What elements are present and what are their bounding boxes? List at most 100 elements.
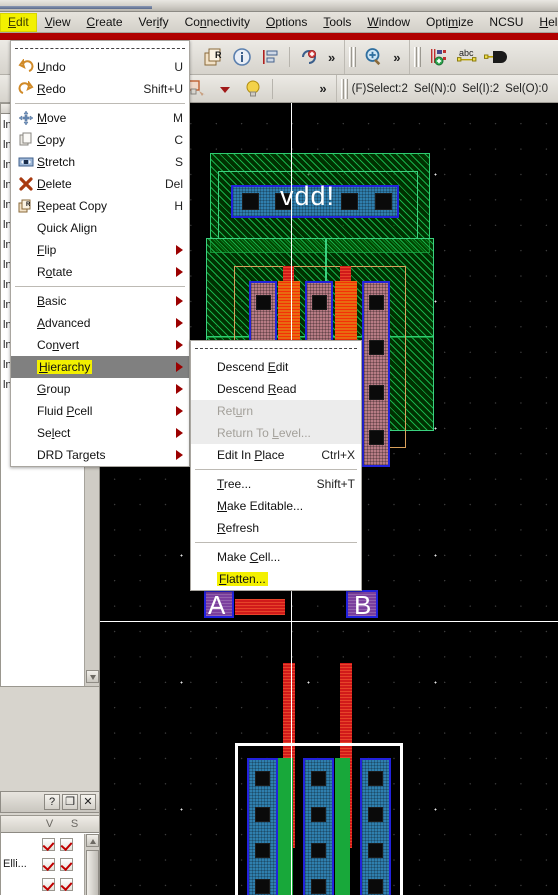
submenu-item-tree[interactable]: Tree... Shift+T	[191, 473, 361, 495]
lsw-row[interactable]	[1, 874, 85, 894]
svg-text:R: R	[26, 202, 31, 208]
menu-item-rotate[interactable]: Rotate	[11, 261, 189, 283]
submenu-arrow-icon	[176, 384, 183, 394]
submenu-item-flatten-label: Flatten...	[217, 572, 268, 586]
menubar-item-help[interactable]: Help	[531, 13, 558, 32]
menu-item-hierarchy[interactable]: Hierarchy	[11, 356, 189, 378]
menu-item-repeat-copy[interactable]: R Repeat Copy H	[11, 195, 189, 217]
pin-icon[interactable]	[482, 44, 508, 70]
abc-label-icon[interactable]: abc	[454, 44, 480, 70]
menu-item-redo[interactable]: Redo Shift+U	[11, 78, 189, 100]
menu-item-fluid-pcell-label: Fluid Pcell	[37, 404, 93, 418]
stretch-icon	[15, 153, 37, 171]
close-button[interactable]: ✕	[80, 794, 96, 810]
menu-item-convert[interactable]: Convert	[11, 334, 189, 356]
repeat-copy-icon[interactable]: R	[201, 44, 227, 70]
restore-button[interactable]: ❐	[62, 794, 78, 810]
zoom-in-icon[interactable]	[361, 44, 387, 70]
help-button[interactable]: ?	[44, 794, 60, 810]
submenu-item-tree-label: Tree...	[217, 477, 252, 491]
lsw-visible-checkbox[interactable]	[42, 857, 55, 871]
menu-item-fluid-pcell[interactable]: Fluid Pcell	[11, 400, 189, 422]
lsw-visible-checkbox[interactable]	[42, 837, 55, 851]
scroll-down-arrow-icon[interactable]	[86, 670, 99, 683]
info-icon[interactable]	[229, 44, 255, 70]
menu-item-quick-align[interactable]: Quick Align	[11, 217, 189, 239]
align-icon[interactable]	[257, 44, 283, 70]
toolbar-overflow-3[interactable]: »	[314, 81, 331, 96]
submenu-arrow-icon	[176, 450, 183, 460]
menu-item-move[interactable]: Move M	[11, 107, 189, 129]
menubar-item-create[interactable]: Create	[79, 13, 131, 32]
menu-item-select[interactable]: Select	[11, 422, 189, 444]
column-header-v[interactable]: V	[37, 818, 62, 830]
menubar-item-optimize[interactable]: Optimize	[418, 13, 481, 32]
menu-item-drd-targets[interactable]: DRD Targets	[11, 444, 189, 466]
submenu-item-descend-edit[interactable]: Descend Edit	[191, 356, 361, 378]
status-grip[interactable]	[340, 78, 348, 99]
undo-rotate-icon[interactable]	[296, 44, 322, 70]
menubar-item-ncsu[interactable]: NCSU	[481, 13, 531, 32]
menu-item-quick-align-label: Quick Align	[37, 221, 98, 235]
lsw-row[interactable]: Elli...	[1, 854, 85, 874]
contact	[311, 771, 326, 786]
repeat-copy-icon: R	[15, 197, 37, 215]
menu-item-copy[interactable]: Copy C	[11, 129, 189, 151]
edit-dropdown-menu[interactable]: Undo U Redo Shift+U Move M Copy C Stretc…	[10, 40, 190, 467]
route-a-to-gate	[235, 599, 285, 615]
menu-item-stretch[interactable]: Stretch S	[11, 151, 189, 173]
menubar-item-tools[interactable]: Tools	[315, 13, 359, 32]
submenu-item-flatten[interactable]: Flatten...	[191, 568, 361, 590]
lsw-selectable-checkbox[interactable]	[60, 857, 73, 871]
submenu-item-return-to-level-label: Return To Level...	[217, 426, 311, 440]
contact	[311, 843, 326, 858]
blank-icon	[15, 336, 37, 354]
toolbar-grip[interactable]	[349, 47, 357, 67]
lsw-selectable-checkbox[interactable]	[60, 837, 73, 851]
scroll-up-arrow-icon[interactable]	[86, 834, 99, 847]
lsw-lower-list: Elli...gngleh...	[1, 834, 85, 895]
lsw-panel-buttons: ? ❐ ✕	[0, 791, 99, 813]
contact	[368, 843, 383, 858]
menu-item-delete[interactable]: Delete Del	[11, 173, 189, 195]
lsw-lower-scrollbar[interactable]	[84, 834, 99, 895]
blank-icon	[15, 402, 37, 420]
hierarchy-submenu[interactable]: Descend Edit Descend Read Return Return …	[190, 340, 362, 591]
menu-item-basic[interactable]: Basic	[11, 290, 189, 312]
contact	[255, 843, 270, 858]
toolbar-grip-2[interactable]	[414, 47, 422, 67]
submenu-item-make-editable[interactable]: Make Editable...	[191, 495, 361, 517]
menu-item-flip[interactable]: Flip	[11, 239, 189, 261]
add-net-icon[interactable]	[426, 44, 452, 70]
column-header-s[interactable]: S	[62, 818, 87, 830]
menubar-item-view[interactable]: View	[37, 13, 79, 32]
toolbar-overflow-1[interactable]: »	[323, 50, 340, 65]
menu-item-select-label: Select	[37, 426, 71, 440]
menubar-item-window[interactable]: Window	[359, 13, 418, 32]
menubar-item-connectivity[interactable]: Connectivity	[177, 13, 258, 32]
menu-item-stretch-accel: S	[174, 155, 183, 169]
lsw-visible-checkbox[interactable]	[42, 877, 55, 891]
toolbar-group-edit: R »	[196, 40, 346, 74]
menu-item-advanced[interactable]: Advanced	[11, 312, 189, 334]
submenu-item-edit-in-place[interactable]: Edit In Place Ctrl+X	[191, 444, 361, 466]
submenu-item-descend-read[interactable]: Descend Read	[191, 378, 361, 400]
submenu-arrow-icon	[176, 406, 183, 416]
scrollbar-thumb-2[interactable]	[86, 850, 99, 895]
dropdown-arrow-icon[interactable]	[212, 76, 238, 102]
menu-item-group[interactable]: Group	[11, 378, 189, 400]
lsw-selectable-checkbox[interactable]	[60, 877, 73, 891]
menubar-item-edit[interactable]: EEditdit	[0, 12, 37, 32]
bulb-icon[interactable]	[240, 76, 266, 102]
menubar-item-verify[interactable]: Verify	[131, 13, 177, 32]
lsw-row[interactable]	[1, 834, 85, 854]
blank-icon	[15, 263, 37, 281]
contact	[369, 385, 384, 400]
menu-item-undo[interactable]: Undo U	[11, 56, 189, 78]
label-pin-a: A	[208, 590, 226, 620]
contact	[368, 807, 383, 822]
menubar-item-options[interactable]: Options	[258, 13, 315, 32]
toolbar-overflow-2[interactable]: »	[388, 50, 405, 65]
submenu-item-refresh[interactable]: Refresh	[191, 517, 361, 539]
submenu-item-make-cell[interactable]: Make Cell...	[191, 546, 361, 568]
